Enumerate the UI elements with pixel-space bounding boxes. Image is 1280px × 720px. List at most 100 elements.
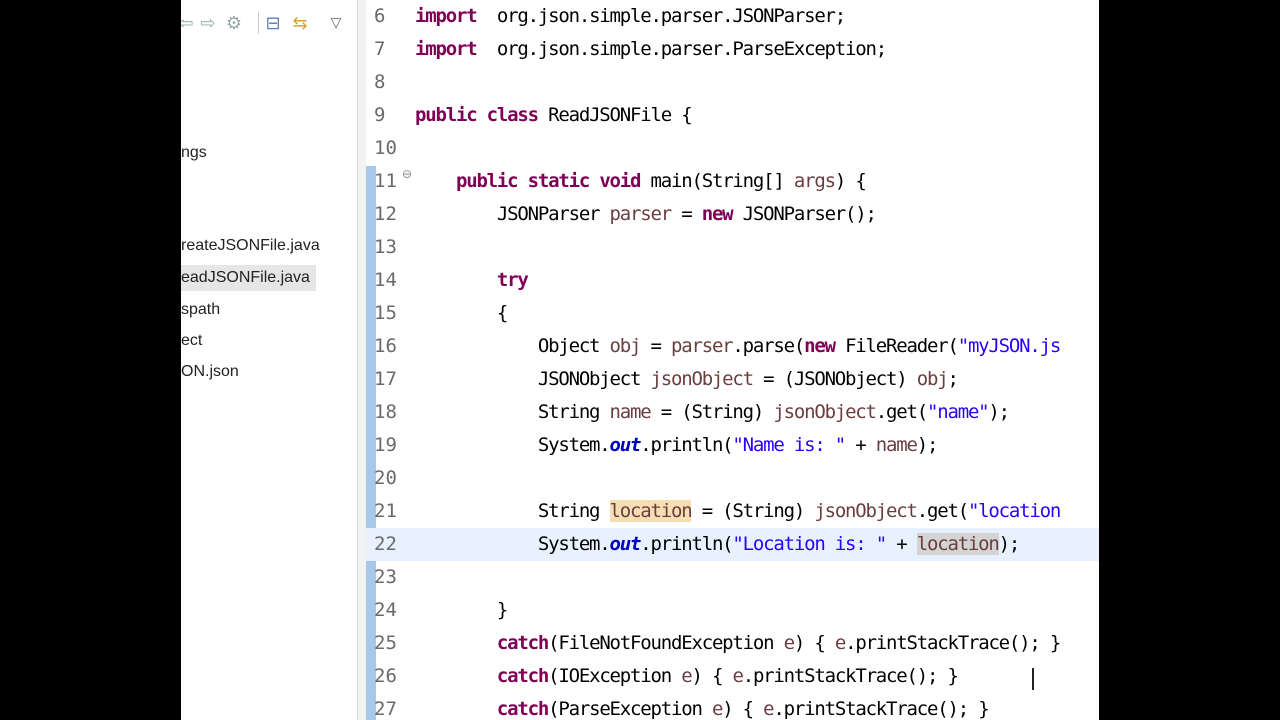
code-token: e — [834, 632, 846, 654]
tree-item[interactable]: ngs — [181, 140, 207, 166]
code-token: "myJSON.js — [957, 335, 1062, 357]
code-line[interactable]: 12 JSONParser parser = new JSONParser(); — [366, 198, 1099, 231]
code-token: ); — [988, 401, 1010, 423]
code-token: + — [886, 533, 917, 555]
code-token: main(String[] — [640, 170, 794, 192]
toolbar-separator — [258, 12, 259, 34]
code-token: ) { — [793, 632, 835, 654]
code-token: "Location is: " — [732, 533, 887, 555]
fold-toggle-icon[interactable]: ⊖ — [402, 167, 412, 181]
code-token: (ParseException — [548, 698, 712, 720]
code-line[interactable]: 21 String location = (String) jsonObject… — [366, 495, 1099, 528]
code-text: JSONParser parser = new JSONParser(); — [415, 198, 877, 231]
forward-icon[interactable]: ⇨ — [197, 12, 219, 34]
code-line[interactable]: 26 catch(IOException e) { e.printStackTr… — [366, 660, 1099, 693]
code-text: import org.json.simple.parser.JSONParser… — [415, 0, 846, 33]
code-token: jsonObject — [773, 401, 877, 423]
line-number: 20 — [374, 467, 397, 489]
code-token: "name" — [926, 401, 990, 423]
code-line[interactable]: 25 catch(FileNotFoundException e) { e.pr… — [366, 627, 1099, 660]
line-number: 15 — [374, 302, 397, 324]
code-token: .get( — [916, 500, 969, 522]
code-token: out — [609, 434, 642, 456]
code-token: = — [670, 203, 702, 225]
code-token: = (JSONObject) — [752, 368, 917, 390]
code-line[interactable]: 19 System.out.println("Name is: " + name… — [366, 429, 1099, 462]
code-line[interactable]: 20 — [366, 462, 1099, 495]
code-line[interactable]: 13 — [366, 231, 1099, 264]
code-line[interactable]: 9 public class ReadJSONFile { — [366, 99, 1099, 132]
code-line[interactable]: 14 try — [366, 264, 1099, 297]
code-token: JSONParser — [415, 203, 610, 225]
code-text: System.out.println("Name is: " + name); — [415, 429, 939, 462]
code-token: catch — [496, 665, 549, 687]
code-line[interactable]: 16 Object obj = parser.parse(new FileRea… — [366, 330, 1099, 363]
code-text: } — [415, 594, 508, 627]
line-number: 21 — [374, 500, 397, 522]
code-token: System. — [415, 533, 611, 555]
line-number: 10 — [374, 137, 397, 159]
code-token: import — [415, 5, 478, 27]
code-token: ) { — [834, 170, 867, 192]
code-token: name — [609, 401, 652, 423]
code-token: jsonObject — [650, 368, 755, 390]
tree-item[interactable]: ect — [181, 328, 202, 354]
settings-icon[interactable]: ⚙ — [223, 12, 245, 34]
line-number: 26 — [374, 665, 397, 687]
code-token: location — [916, 533, 1000, 555]
code-editor[interactable]: 6 import org.json.simple.parser.JSONParse… — [366, 0, 1099, 720]
collapse-all-icon[interactable]: ⊟ — [262, 12, 284, 34]
tree-item[interactable]: spath — [181, 297, 220, 323]
code-token: (IOException — [548, 665, 682, 687]
tree-item[interactable]: ON.json — [181, 359, 239, 385]
code-line[interactable]: 27 catch(ParseException e) { e.printStac… — [366, 693, 1099, 720]
line-number: 14 — [374, 269, 397, 291]
code-token: parser — [609, 203, 673, 225]
code-token: e — [681, 665, 692, 687]
code-token: public static void — [455, 170, 642, 192]
code-token: + — [845, 434, 876, 456]
code-line[interactable]: 10 — [366, 132, 1099, 165]
line-number: 24 — [374, 599, 397, 621]
code-line[interactable]: 15 { — [366, 297, 1099, 330]
line-number: 8 — [374, 71, 386, 93]
code-token: ) { — [691, 665, 733, 687]
code-token: .println( — [640, 434, 733, 456]
line-number: 6 — [374, 5, 386, 27]
tree-item[interactable]: eadJSONFile.java — [181, 265, 316, 291]
link-with-editor-icon[interactable]: ⇆ — [289, 12, 311, 34]
code-line[interactable]: 17 JSONObject jsonObject = (JSONObject) … — [366, 363, 1099, 396]
code-token: org.json.simple.parser.JSONParser; — [476, 5, 846, 27]
code-line[interactable]: 6 import org.json.simple.parser.JSONParse… — [366, 0, 1099, 33]
code-token: new — [701, 203, 734, 225]
code-token: new — [804, 335, 836, 357]
code-token: try — [496, 269, 529, 291]
code-line[interactable]: 8 — [366, 66, 1099, 99]
view-menu-icon[interactable]: ▽ — [325, 12, 347, 34]
code-text: public class ReadJSONFile { — [415, 99, 693, 132]
code-line[interactable]: 23 — [366, 561, 1099, 594]
code-token: String — [415, 401, 610, 423]
code-token: JSONParser(); — [732, 203, 877, 225]
code-token: parser — [670, 335, 734, 357]
code-line[interactable]: 11 ⊖ public static void main(String[] arg… — [366, 165, 1099, 198]
code-line[interactable]: 7 import org.json.simple.parser.ParseExce… — [366, 33, 1099, 66]
code-token: org.json.simple.parser.ParseException; — [476, 38, 887, 60]
code-token: ReadJSONFile { — [537, 104, 693, 126]
tree-item[interactable]: reateJSONFile.java — [181, 233, 320, 259]
code-text: String name = (String) jsonObject.get("n… — [415, 396, 1010, 429]
code-token: ) { — [722, 698, 764, 720]
code-token: e — [711, 698, 723, 720]
line-number: 9 — [374, 104, 386, 126]
code-line[interactable]: 24 } — [366, 594, 1099, 627]
code-token: args — [793, 170, 836, 192]
pane-sash[interactable] — [358, 0, 366, 720]
code-token: "location — [967, 500, 1061, 522]
code-token: .println( — [640, 533, 733, 555]
back-icon[interactable]: ⇦ — [181, 12, 197, 34]
code-token: catch — [496, 698, 549, 720]
code-line[interactable]: 18 String name = (String) jsonObject.get… — [366, 396, 1099, 429]
code-line[interactable]: 22 System.out.println("Location is: " + … — [366, 528, 1099, 561]
